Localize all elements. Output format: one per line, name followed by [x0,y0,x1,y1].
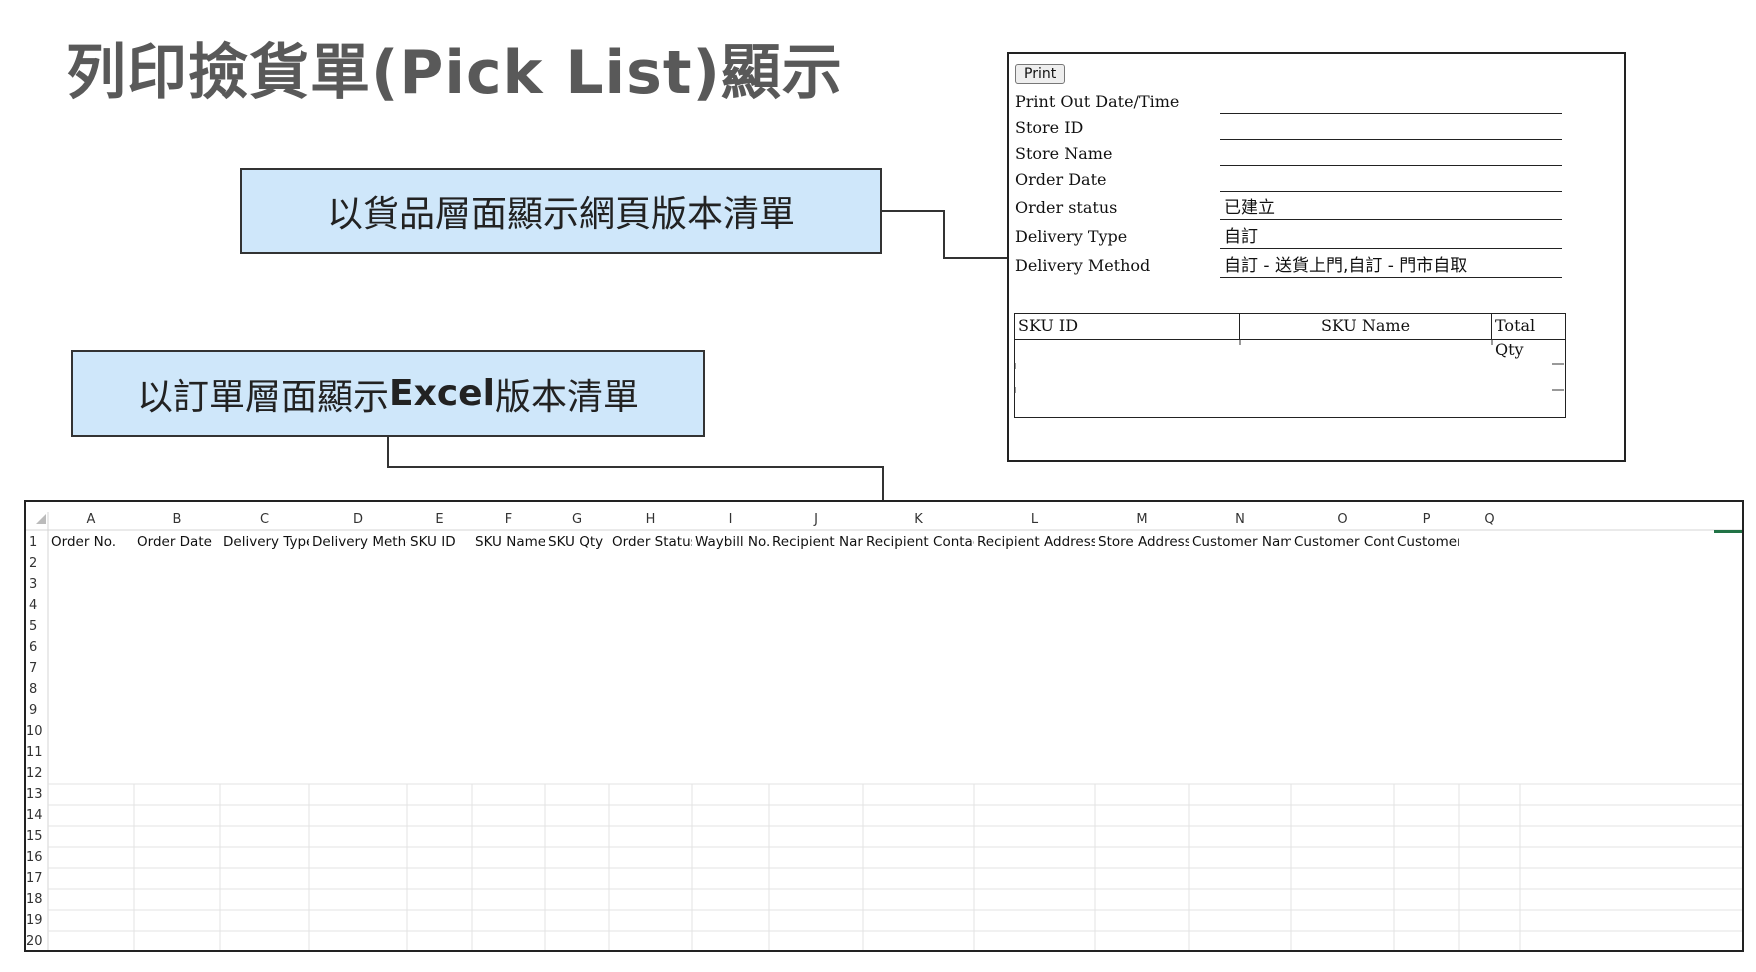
field-delivery-type: Delivery Type 自訂 [1009,225,1624,251]
header-cell[interactable]: Store Address [1095,532,1189,553]
header-cell[interactable]: Customer Name [1189,532,1291,553]
column-letter-k[interactable]: K [863,512,974,530]
field-value [1220,168,1562,192]
header-cell[interactable]: SKU Name [472,532,545,553]
field-value: 自訂 - 送貨上門,自訂 - 門市自取 [1220,254,1562,278]
column-letter-d[interactable]: D [309,512,407,530]
column-letter-q[interactable]: Q [1459,512,1520,530]
header-cell[interactable] [1459,532,1520,553]
header-cell[interactable]: Waybill No. [692,532,769,553]
header-cell[interactable]: Customer Email [1394,532,1459,553]
print-button[interactable]: Print [1015,64,1066,84]
column-letter-g[interactable]: G [545,512,609,530]
row-number[interactable]: 13 [26,784,48,805]
field-value [1220,90,1562,114]
row-number[interactable]: 15 [26,826,48,847]
column-letter-j[interactable]: J [769,512,863,530]
field-label: Order status [1015,198,1118,217]
column-letter-l[interactable]: L [974,512,1095,530]
row-number[interactable]: 17 [26,868,48,889]
field-label: Print Out Date/Time [1015,92,1180,111]
column-letter-a[interactable]: A [48,512,134,530]
header-cell[interactable]: Order Date [134,532,220,553]
field-print-out-datetime: Print Out Date/Time [1009,90,1624,116]
field-label: Order Date [1015,170,1107,189]
field-value: 已建立 [1220,196,1562,220]
row-number[interactable]: 12 [26,763,48,784]
row-number[interactable]: 3 [26,574,51,595]
header-cell[interactable]: Recipient Contact [863,532,974,553]
column-letter-e[interactable]: E [407,512,472,530]
row-number[interactable]: 9 [26,700,51,721]
header-cell[interactable]: Customer Contact [1291,532,1394,553]
header-cell[interactable]: Delivery Type [220,532,309,553]
row-number[interactable]: 5 [26,616,51,637]
field-value: 自訂 [1220,225,1562,249]
header-cell[interactable]: Delivery Method [309,532,407,553]
header-cell[interactable]: SKU ID [407,532,472,553]
field-label: Store Name [1015,144,1113,163]
field-store-name: Store Name [1009,142,1624,168]
field-delivery-method: Delivery Method 自訂 - 送貨上門,自訂 - 門市自取 [1009,254,1624,280]
field-store-id: Store ID [1009,116,1624,142]
field-label: Delivery Type [1015,227,1128,246]
row-number[interactable]: 18 [26,889,48,910]
column-letter-o[interactable]: O [1291,512,1394,530]
header-cell[interactable]: Recipient Address [974,532,1095,553]
column-letter-h[interactable]: H [609,512,692,530]
spreadsheet-gridlines [26,512,1742,950]
column-letter-b[interactable]: B [134,512,220,530]
field-value [1220,116,1562,140]
row-number[interactable]: 14 [26,805,48,826]
header-cell[interactable]: Order Status [609,532,692,553]
row-number[interactable]: 7 [26,658,51,679]
web-pick-list-panel: Print Print Out Date/Time Store ID Store… [1007,52,1626,462]
field-label: Delivery Method [1015,256,1151,275]
row-number[interactable]: 8 [26,679,51,700]
row-number[interactable]: 11 [26,742,48,763]
row-number[interactable]: 2 [26,553,51,574]
web-callout-connector [882,210,1007,259]
header-cell[interactable]: SKU Qty [545,532,609,553]
excel-sheet-panel: ABCDEFGHIJKLMNOPQ 1 2 3 4 5 6 7 8 9 10 11 12 13 14 15 1… [24,500,1744,952]
row-number[interactable]: 20 [26,931,48,950]
header-cell[interactable]: Recipient Name [769,532,863,553]
sku-table: SKU ID SKU Name Total Qty [1014,313,1566,418]
column-letter-i[interactable]: I [692,512,769,530]
row-number[interactable]: 19 [26,910,48,931]
column-letter-m[interactable]: M [1095,512,1189,530]
selected-column-indicator [1714,512,1742,533]
row-number[interactable]: 16 [26,847,48,868]
field-label: Store ID [1015,118,1084,137]
field-order-date: Order Date [1009,168,1624,194]
select-all-corner[interactable] [36,514,46,524]
column-letter-f[interactable]: F [472,512,545,530]
row-number[interactable]: 4 [26,595,51,616]
column-letter-n[interactable]: N [1189,512,1291,530]
excel-callout-connector [387,437,884,500]
field-value [1220,142,1562,166]
column-letter-c[interactable]: C [220,512,309,530]
row-number[interactable]: 10 [26,721,48,742]
row-number[interactable]: 6 [26,637,51,658]
column-letter-p[interactable]: P [1394,512,1459,530]
field-order-status: Order status 已建立 [1009,196,1624,222]
sku-table-marks [1014,339,1564,393]
header-cell[interactable]: Order No. [48,532,134,553]
